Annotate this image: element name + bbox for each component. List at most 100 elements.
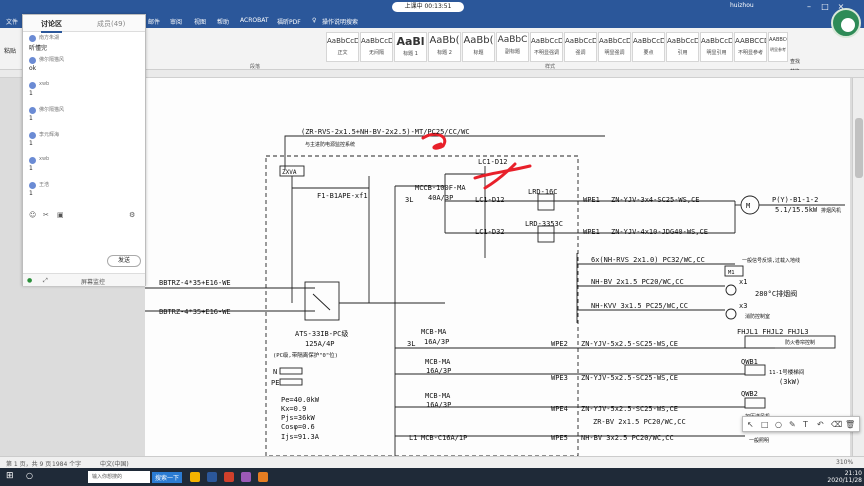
zoom-level[interactable]: 310% <box>836 459 853 466</box>
style-intense-reference[interactable]: AABBCCDI明显参考 <box>768 32 788 62</box>
tell-me-search[interactable]: 操作说明搜索 <box>322 17 358 26</box>
pe-label: PE <box>271 379 279 387</box>
three-l-label: 3L <box>405 196 413 204</box>
lrd16-label: LRD-16C <box>528 188 558 196</box>
chat-toolbar: ☺ ✂ ▣ ⚙ <box>23 211 145 223</box>
tab-review[interactable]: 审阅 <box>170 17 182 26</box>
style-subtle-emphasis[interactable]: AaBbCcDi 不明显强调 <box>530 32 563 62</box>
text-icon[interactable]: T <box>803 420 808 429</box>
image-icon[interactable]: ▣ <box>57 211 64 219</box>
send-button[interactable]: 发送 <box>107 255 141 267</box>
ctrl2-cable: NH-BV 2x1.5 PC20/WC,CC <box>591 278 684 286</box>
tab-foxit[interactable]: 福昕PDF <box>277 17 301 26</box>
scissors-icon[interactable]: ✂ <box>43 211 49 219</box>
mccb-rating: 40A/3P <box>428 194 453 202</box>
app-icon[interactable] <box>241 472 251 482</box>
pjs-value: Pjs=36kW <box>281 414 316 422</box>
emoji-icon[interactable]: ☺ <box>29 211 36 219</box>
motor-power: 5.1/15.5kW <box>775 206 818 214</box>
find-button[interactable]: 查找 <box>790 58 830 65</box>
vertical-scrollbar[interactable] <box>852 78 864 456</box>
status-bar: 第 1 页，共 9 页 1984 个字 中文(中国) 310% <box>0 456 864 468</box>
wpe1a-label: WPE1 <box>583 196 600 204</box>
taskbar-clock[interactable]: 21:10 2020/11/28 <box>812 470 862 484</box>
page-count[interactable]: 第 1 页，共 9 页 <box>6 459 51 468</box>
kx-value: Kx=0.9 <box>281 405 306 413</box>
circle-icon[interactable]: ○ <box>775 420 782 429</box>
style-heading1[interactable]: AaBl 标题 1 <box>394 32 427 62</box>
pen-icon[interactable]: ✎ <box>789 420 796 429</box>
incoming-cable-1: BBTRZ-4*35+E16-WE <box>159 279 231 287</box>
style-emphasis[interactable]: AaBbCcDi 强调 <box>564 32 597 62</box>
wpe4-cable-b: ZR-BV 2x1.5 PC20/WC,CC <box>593 418 686 426</box>
microphone-icon[interactable]: ● <box>27 277 32 284</box>
fhjl-note: 防火卷帘控制 <box>785 339 815 346</box>
style-subtitle[interactable]: AaBbC 副标题 <box>496 32 529 62</box>
tab-help[interactable]: 帮助 <box>217 17 229 26</box>
meeting-status[interactable]: 上课中 00:13:51 <box>392 2 464 12</box>
style-intense-emphasis[interactable]: AaBbCcDi 明显强调 <box>598 32 631 62</box>
list-item: xwb 1 <box>29 81 50 97</box>
cos-value: Cosφ=0.6 <box>281 423 315 431</box>
wpe4-label: WPE4 <box>551 405 568 413</box>
electrical-schematic: (ZR-RVS-2x1.5+NH-BV-2x2.5)-MT/PC25/CC/WC… <box>145 128 845 456</box>
style-title[interactable]: AaBb(标题 <box>462 32 495 62</box>
style-normal[interactable]: AaBbCcDi 正文 <box>326 32 359 62</box>
message-list: 南方朱湖 听懂完 佛尔隔猫风 ok xwb 1 佛尔隔猫风 1 李元辉海 1 xwb 1 王… <box>23 32 145 197</box>
minimize-icon[interactable]: – <box>802 1 816 13</box>
windows-icon[interactable]: ⊞ <box>6 471 14 481</box>
ats-rating: 125A/4P <box>305 340 335 348</box>
mcb3-rating: 16A/3P <box>426 401 451 409</box>
user-name[interactable]: huizhou <box>730 2 754 9</box>
settings-icon[interactable]: ⚙ <box>129 211 135 219</box>
screen-monitor-button[interactable]: 屏幕监控 <box>81 277 105 286</box>
tab-members[interactable]: 成员(49) <box>97 19 125 29</box>
undo-icon[interactable]: ↶ <box>817 420 824 429</box>
style-subtle-reference[interactable]: AABBCCDI不明显参考 <box>734 32 767 62</box>
search-input[interactable]: 输入你想搜的 <box>88 471 150 483</box>
search-button[interactable]: 搜索一下 <box>152 472 183 483</box>
style-no-spacing[interactable]: AaBbCcDi 无间隔 <box>360 32 393 62</box>
folder-icon[interactable] <box>190 472 200 482</box>
tab-mail[interactable]: 邮件 <box>148 17 160 26</box>
tab-file[interactable]: 文件 <box>6 17 18 26</box>
tab-discussion[interactable]: 讨论区 <box>41 19 62 33</box>
chat-bottom-bar: ● ⤢ 屏幕监控 <box>23 273 145 286</box>
style-strong[interactable]: AaBbCcDi 要点 <box>632 32 665 62</box>
pointer-icon[interactable]: ↖ <box>747 420 754 429</box>
eraser-icon[interactable]: ⌫ <box>831 420 842 429</box>
scroll-thumb[interactable] <box>855 118 863 178</box>
ctrl1-cable: 6x(NH-RVS 2x1.0) PC32/WC,CC <box>591 256 705 264</box>
annotation-toolbar: ↖ □ ○ ✎ T ↶ ⌫ 🗑 <box>742 416 860 432</box>
avatar <box>29 35 36 42</box>
temp-label: 280°C排烟阀 <box>755 289 797 298</box>
motor-note: 排烟风机 <box>821 207 841 214</box>
word-icon[interactable] <box>207 472 217 482</box>
rectangle-icon[interactable]: □ <box>761 420 769 429</box>
fhjl-label: FHJL1 FHJL2 FHJL3 <box>737 328 809 336</box>
styles-group-label: 样式 <box>545 64 556 70</box>
mccb-label: MCCB-100F-MA <box>415 184 466 192</box>
style-intense-quote[interactable]: AaBbCcDi 明显引用 <box>700 32 733 62</box>
word-count[interactable]: 1984 个字 <box>52 459 81 468</box>
style-heading2[interactable]: AaBb(标题 2 <box>428 32 461 62</box>
tab-acrobat[interactable]: ACROBAT <box>240 17 269 24</box>
three-l-2: 3L <box>407 340 415 348</box>
chat-tabs: 讨论区 成员(49) <box>23 15 145 33</box>
style-quote[interactable]: AaBbCcDi 引用 <box>666 32 699 62</box>
app-icon[interactable] <box>258 472 268 482</box>
lrd3353-label: LRD-3353C <box>525 220 563 228</box>
n-label: N <box>273 368 277 376</box>
expand-icon[interactable]: ⤢ <box>43 277 48 285</box>
paste-button[interactable]: 粘贴 <box>4 46 16 55</box>
pe-value: Pe=40.0kW <box>281 396 320 404</box>
top-cable-label: (ZR-RVS-2x1.5+NH-BV-2x2.5)-MT/PC25/CC/WC <box>301 128 470 136</box>
language[interactable]: 中文(中国) <box>100 459 129 468</box>
app-icon[interactable] <box>224 472 234 482</box>
tab-view[interactable]: 视图 <box>194 17 206 26</box>
ats-label: ATS-33IB-PC级 <box>295 329 348 338</box>
qwb1-power: (3kW) <box>779 378 800 386</box>
maximize-icon[interactable]: □ <box>818 1 832 13</box>
search-icon[interactable]: ○ <box>26 471 33 480</box>
delete-icon[interactable]: 🗑 <box>845 420 855 429</box>
